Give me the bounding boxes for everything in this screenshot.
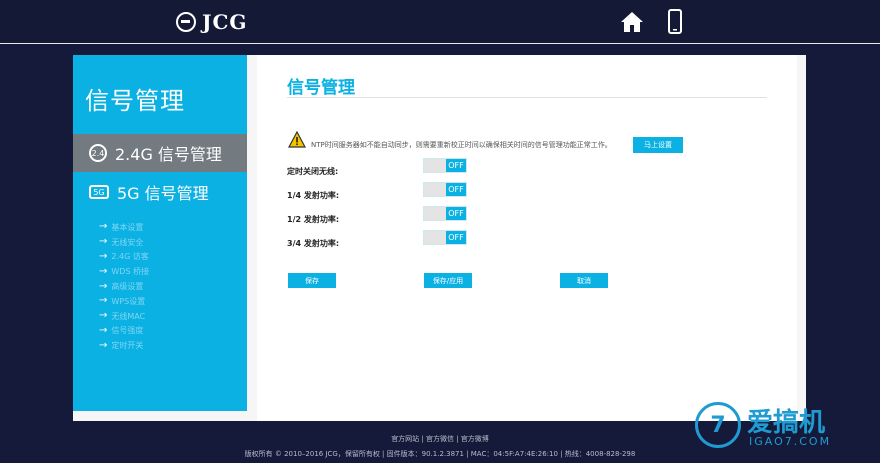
sub-item-mac[interactable]: → 无线MAC bbox=[99, 309, 149, 324]
power-half-label: 1/2 发射功率: bbox=[287, 215, 340, 224]
sidebar-sub-list: → 基本设置 → 无线安全 → 2.4G 访客 → WDS 桥接 → 高级设置 → WPS设… bbox=[99, 220, 149, 353]
power-three-quarter-label: 3/4 发射功率: bbox=[287, 239, 340, 248]
footer-link-wechat[interactable]: 官方微信 bbox=[426, 435, 454, 443]
title-divider bbox=[287, 97, 767, 98]
power-quarter-toggle[interactable]: OFF bbox=[423, 182, 467, 197]
save-button[interactable]: 保存 bbox=[288, 273, 336, 288]
power-quarter-label: 1/4 发射功率: bbox=[287, 191, 340, 200]
sub-item-strength[interactable]: → 信号强度 bbox=[99, 324, 149, 339]
toggle-knob bbox=[424, 207, 446, 220]
arrow-right-icon: → bbox=[99, 236, 108, 248]
sub-item-guest[interactable]: → 2.4G 访客 bbox=[99, 250, 149, 265]
sidebar-title: 信号管理 bbox=[85, 87, 185, 115]
warning-icon bbox=[288, 131, 306, 148]
footer-link-weibo[interactable]: 官方微博 bbox=[461, 435, 489, 443]
24g-icon: 2.4 bbox=[89, 144, 107, 162]
toggle-state: OFF bbox=[446, 207, 466, 220]
footer-separator: | bbox=[419, 435, 426, 443]
save-apply-button[interactable]: 保存/应用 bbox=[424, 273, 472, 288]
sub-item-wps[interactable]: → WPS设置 bbox=[99, 294, 149, 309]
arrow-right-icon: → bbox=[99, 250, 108, 262]
mobile-phone-icon[interactable] bbox=[668, 9, 682, 34]
sidebar-item-label: 2.4G 信号管理 bbox=[115, 145, 222, 164]
cancel-button[interactable]: 取消 bbox=[560, 273, 608, 288]
sidebar: 信号管理 2.4 2.4G 信号管理 5G 5G 信号管理 → 基本设置 → 无线安… bbox=[73, 55, 247, 411]
arrow-right-icon: → bbox=[99, 265, 108, 277]
toggle-knob bbox=[424, 159, 446, 172]
sub-item-advanced[interactable]: → 高级设置 bbox=[99, 279, 149, 294]
arrow-right-icon: → bbox=[99, 310, 108, 322]
toggle-knob bbox=[424, 183, 446, 196]
arrow-right-icon: → bbox=[99, 295, 108, 307]
arrow-right-icon: → bbox=[99, 339, 108, 351]
5g-icon: 5G bbox=[89, 185, 109, 199]
arrow-right-icon: → bbox=[99, 221, 108, 233]
sub-item-wds[interactable]: → WDS 桥接 bbox=[99, 264, 149, 279]
site-watermark: 7 爱搞机 IGAO7.COM bbox=[695, 402, 867, 452]
set-now-button[interactable]: 马上设置 bbox=[633, 137, 683, 153]
footer-separator: | bbox=[454, 435, 461, 443]
main-content: 信号管理 NTP时间服务器如不能自动同步，则需要重新校正时间以确保相关时间的信号… bbox=[257, 55, 797, 421]
toggle-state: OFF bbox=[446, 231, 466, 244]
toggle-state: OFF bbox=[446, 159, 466, 172]
logo-text: JCG bbox=[202, 10, 248, 34]
footer-link-website[interactable]: 官方网站 bbox=[391, 435, 419, 443]
sub-item-schedule[interactable]: → 定时开关 bbox=[99, 338, 149, 353]
brand-logo[interactable]: JCG bbox=[176, 10, 247, 34]
sidebar-item-24g[interactable]: 2.4 2.4G 信号管理 bbox=[73, 134, 247, 172]
arrow-right-icon: → bbox=[99, 324, 108, 336]
page-title: 信号管理 bbox=[287, 78, 355, 98]
power-three-quarter-toggle[interactable]: OFF bbox=[423, 230, 467, 245]
toggle-state: OFF bbox=[446, 183, 466, 196]
schedule-off-toggle[interactable]: OFF bbox=[423, 158, 467, 173]
watermark-text: 爱搞机 bbox=[747, 408, 826, 438]
top-bar: JCG bbox=[0, 0, 880, 44]
watermark-logo-icon: 7 bbox=[695, 402, 741, 448]
sidebar-item-label: 5G 信号管理 bbox=[117, 184, 209, 203]
schedule-off-label: 定时关闭无线: bbox=[287, 167, 339, 176]
ntp-notice-text: NTP时间服务器如不能自动同步，则需要重新校正时间以确保相关时间的信号管理功能正… bbox=[311, 141, 612, 149]
sidebar-item-5g[interactable]: 5G 5G 信号管理 bbox=[73, 173, 247, 211]
watermark-subtext: IGAO7.COM bbox=[749, 435, 832, 448]
toggle-knob bbox=[424, 231, 446, 244]
arrow-right-icon: → bbox=[99, 280, 108, 292]
sub-item-security[interactable]: → 无线安全 bbox=[99, 235, 149, 250]
home-icon[interactable] bbox=[620, 10, 644, 34]
power-half-toggle[interactable]: OFF bbox=[423, 206, 467, 221]
logo-icon bbox=[176, 12, 196, 32]
sub-item-basic[interactable]: → 基本设置 bbox=[99, 220, 149, 235]
